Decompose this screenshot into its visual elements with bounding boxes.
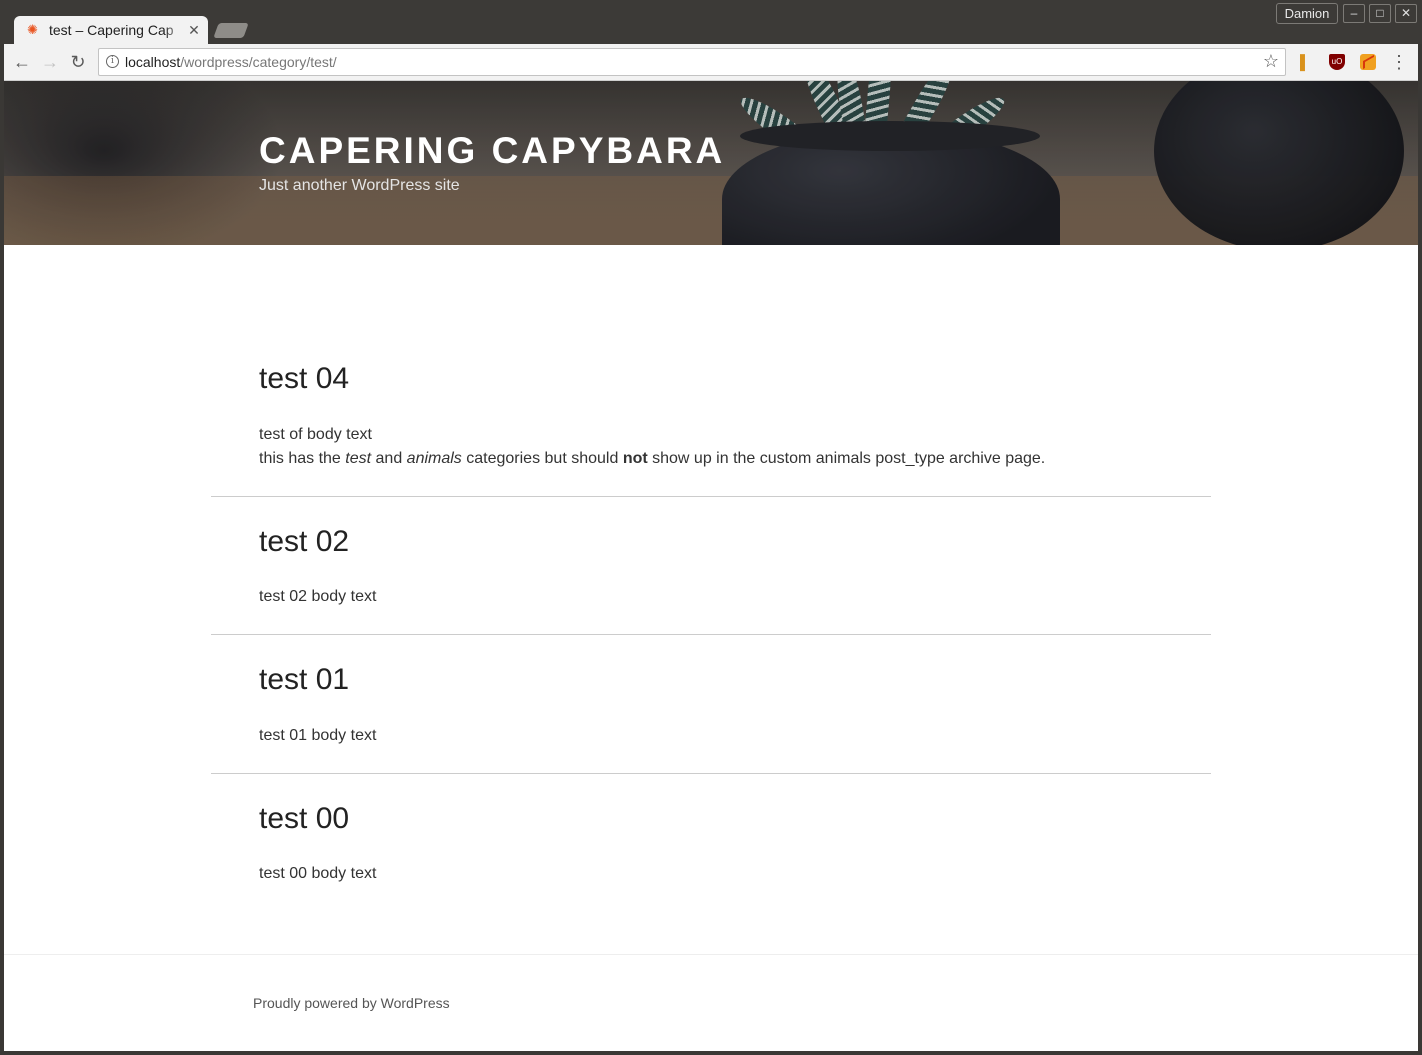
bookmarks-extension-icon[interactable]: ▌: [1297, 54, 1313, 70]
post-body: test 02 body text: [259, 588, 377, 605]
url-path: /wordpress/category/test/: [180, 54, 337, 70]
info-icon[interactable]: i: [106, 55, 119, 68]
star-icon[interactable]: ☆: [1263, 51, 1279, 71]
post-body-line: this has the test and animals categories…: [259, 447, 1045, 471]
close-window-button[interactable]: ✕: [1395, 4, 1417, 23]
tab-title-fade: [164, 20, 186, 40]
post-divider: [211, 634, 1211, 635]
post-divider: [211, 496, 1211, 497]
post-text: categories but should: [461, 450, 623, 467]
ublock-extension-icon[interactable]: uO: [1329, 54, 1345, 70]
url-host: localhost: [125, 54, 181, 70]
profile-button[interactable]: Damion: [1276, 3, 1338, 24]
post-text: and: [371, 450, 407, 467]
post-divider: [211, 773, 1211, 774]
post-body: test 01 body text: [259, 727, 377, 744]
tab-close-icon[interactable]: ✕: [186, 21, 202, 39]
site-description: Just another WordPress site: [259, 177, 460, 194]
footer-divider: [4, 954, 1418, 955]
new-tab-button[interactable]: [213, 23, 249, 38]
post-body: test 00 body text: [259, 865, 377, 882]
minimize-button[interactable]: –: [1343, 4, 1365, 23]
page-viewport: CAPERING CAPYBARA Just another WordPress…: [4, 81, 1418, 1051]
site-favicon-icon: ✺: [27, 22, 38, 37]
maximize-button[interactable]: □: [1369, 4, 1391, 23]
forward-icon[interactable]: →: [40, 52, 60, 72]
post-text: show up in the custom animals post_type …: [647, 450, 1046, 467]
header-image: CAPERING CAPYBARA Just another WordPress…: [4, 81, 1418, 245]
url-text[interactable]: localhost/wordpress/category/test/: [125, 53, 337, 71]
post-test-01: test 01 test 01 body text: [211, 662, 1211, 744]
post-title[interactable]: test 02: [259, 524, 349, 560]
post-test-04: test 04 test of body text this has the t…: [211, 361, 1211, 491]
post-text-strong: not: [622, 450, 648, 467]
browser-tab[interactable]: ✺ test – Capering Cap ✕: [14, 16, 208, 45]
site-title[interactable]: CAPERING CAPYBARA: [259, 129, 725, 173]
post-test-02: test 02 test 02 body text: [211, 524, 1211, 605]
post-body-line: test of body text: [259, 426, 372, 443]
post-title[interactable]: test 00: [259, 801, 349, 837]
tab-title: test – Capering Cap: [49, 22, 174, 38]
post-title[interactable]: test 01: [259, 662, 349, 698]
post-text-emphasis: test: [345, 450, 372, 467]
post-body: test of body text this has the test and …: [259, 423, 1045, 471]
browser-toolbar: ← → ↻ i localhost/wordpress/category/tes…: [4, 44, 1418, 81]
footer-credit-link[interactable]: Proudly powered by WordPress: [253, 994, 450, 1012]
post-test-00: test 00 test 00 body text: [211, 801, 1211, 882]
post-text-emphasis: animals: [406, 450, 462, 467]
post-text: this has the: [259, 450, 346, 467]
back-icon[interactable]: ←: [12, 52, 32, 72]
browser-titlebar: ✺ test – Capering Cap ✕ Damion – □ ✕: [0, 0, 1422, 45]
menu-icon[interactable]: ⋮: [1390, 52, 1408, 72]
post-title[interactable]: test 04: [259, 361, 349, 397]
reload-icon[interactable]: ↻: [68, 52, 88, 72]
address-bar[interactable]: i localhost/wordpress/category/test/ ☆: [98, 48, 1286, 76]
chart-extension-icon[interactable]: [1360, 54, 1376, 70]
